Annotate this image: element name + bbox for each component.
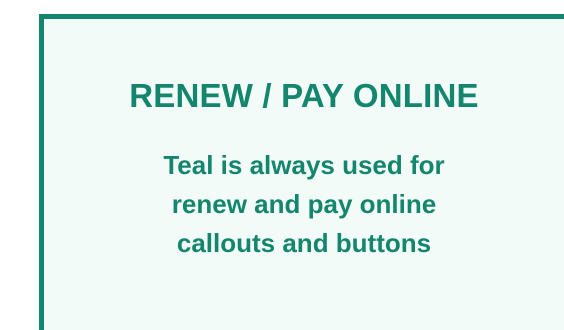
callout-description-line-2: renew and pay online (171, 189, 437, 219)
callout-description: Teal is always used for renew and pay on… (44, 146, 564, 263)
callout-description-line-1: Teal is always used for (163, 150, 445, 180)
renew-pay-online-callout: RENEW / PAY ONLINE Teal is always used f… (39, 14, 564, 330)
callout-title: RENEW / PAY ONLINE (129, 77, 479, 114)
callout-description-line-3: callouts and buttons (176, 228, 432, 258)
